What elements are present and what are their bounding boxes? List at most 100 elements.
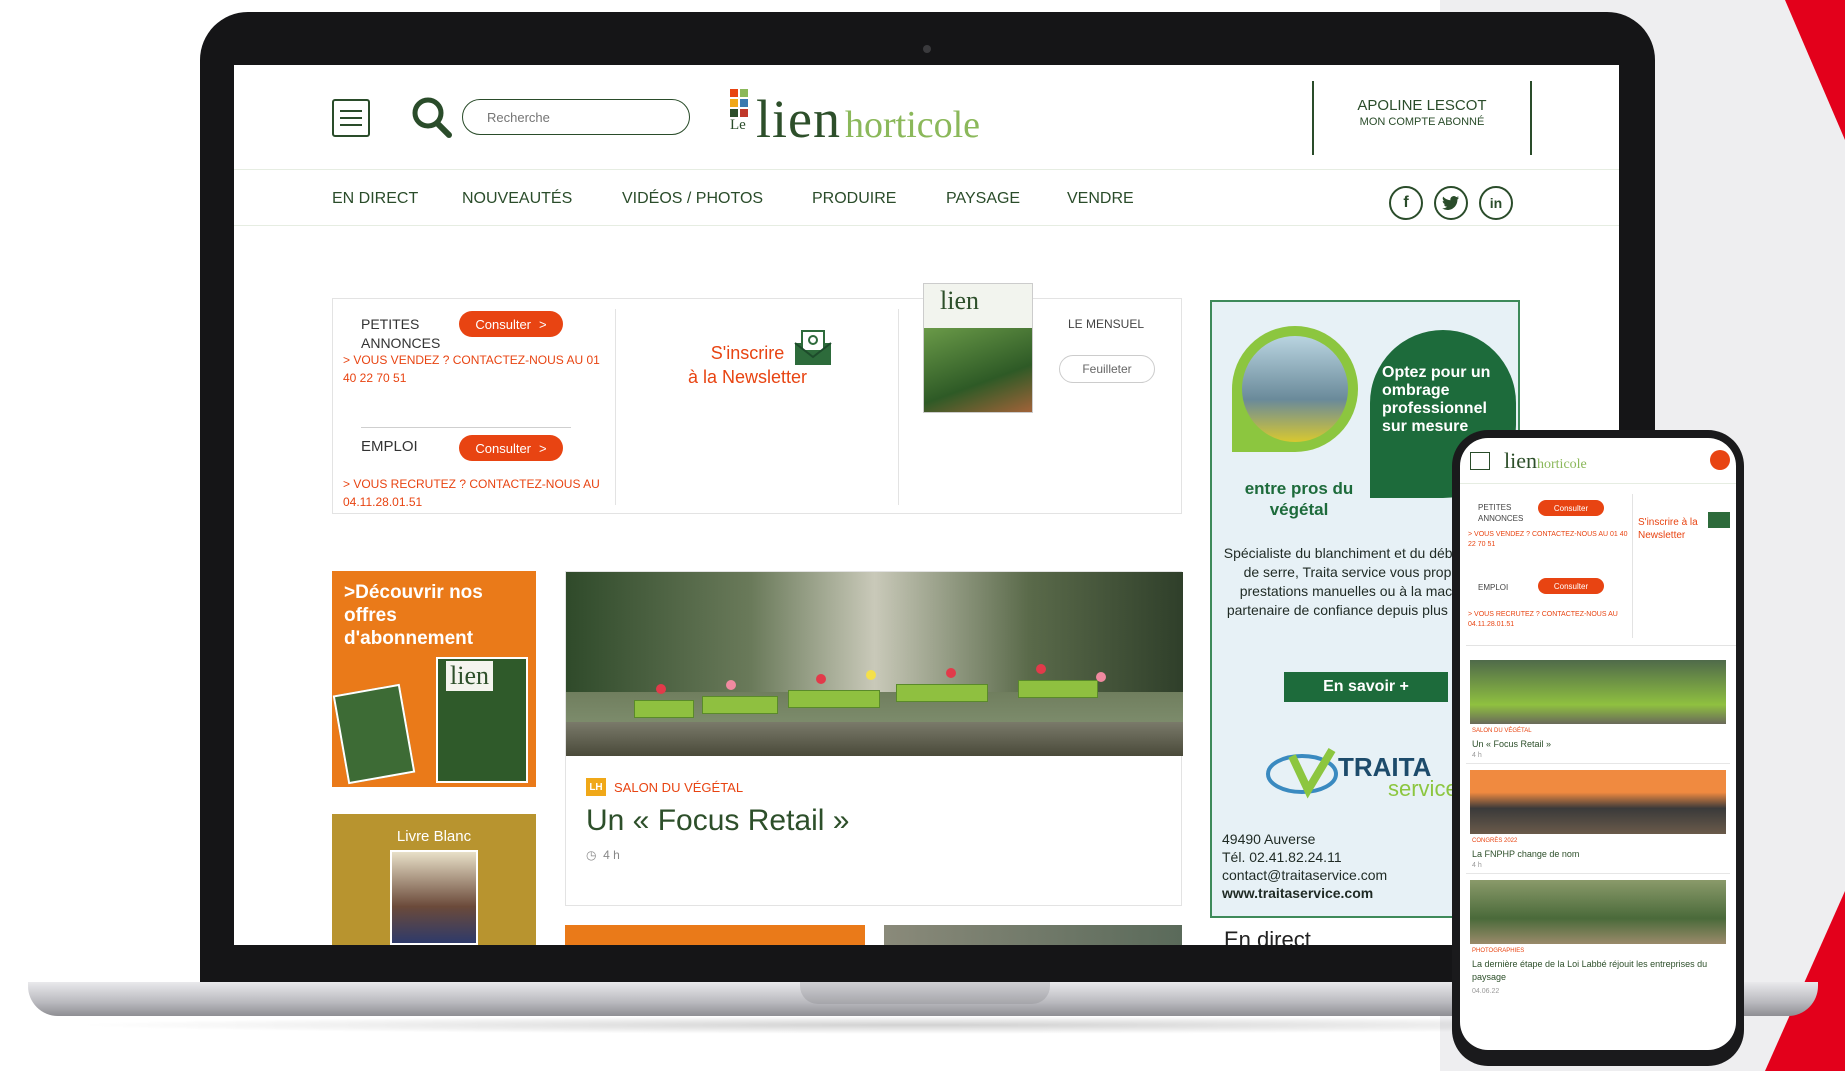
nav-paysage[interactable]: PAYSAGE: [946, 190, 1020, 208]
planter-box: [896, 684, 988, 702]
petites-annonces-contact[interactable]: > VOUS VENDEZ ? CONTACTEZ-NOUS AU 01 40 …: [343, 351, 608, 387]
ad-brand2: service: [1388, 776, 1458, 801]
emploi-contact[interactable]: > VOUS RECRUTEZ ? CONTACTEZ-NOUS AU 04.1…: [343, 475, 608, 511]
logo-mark-icon: Le: [730, 87, 752, 137]
logo-horticole: horticole: [844, 104, 981, 146]
account-icon[interactable]: [1710, 450, 1730, 470]
main-nav: EN DIRECT NOUVEAUTÉS VIDÉOS / PHOTOS PRO…: [234, 170, 1619, 226]
phone-article-title: La dernière étape de la Loi Labbé réjoui…: [1472, 959, 1708, 982]
nav-nouveautes[interactable]: NOUVEAUTÉS: [462, 190, 572, 208]
phone-logo[interactable]: lienhorticole: [1504, 448, 1587, 474]
account-name: APOLINE LESCOT: [1357, 97, 1487, 114]
newsletter-link[interactable]: S'inscrire à la Newsletter: [688, 341, 807, 389]
next-article-thumb[interactable]: [884, 925, 1182, 945]
petites-annonces-label: PETITES ANNONCES: [361, 316, 441, 351]
linkedin-icon[interactable]: in: [1479, 186, 1513, 220]
livre-blanc-cover: [390, 850, 478, 945]
mensuel-cover[interactable]: lien: [923, 283, 1033, 413]
magazine-logo: lien: [446, 661, 493, 691]
account-link[interactable]: APOLINE LESCOT MON COMPTE ABONNÉ: [1314, 97, 1530, 128]
account-divider-right: [1530, 81, 1532, 155]
laptop-notch: [800, 982, 1050, 1004]
account-subtitle: MON COMPTE ABONNÉ: [1359, 116, 1485, 128]
phone-emploi-contact[interactable]: > VOUS RECRUTEZ ? CONTACTEZ-NOUS AU 04.1…: [1468, 610, 1628, 630]
nav-videos-photos[interactable]: VIDÉOS / PHOTOS: [622, 190, 763, 208]
ad-website[interactable]: www.traitaservice.com: [1222, 884, 1387, 902]
phone-article-title: Un « Focus Retail »: [1472, 739, 1552, 749]
petites-annonces-consult-button[interactable]: Consulter >: [459, 311, 563, 337]
phone-newsletter-link[interactable]: S'inscrire à la Newsletter: [1638, 516, 1708, 542]
mensuel-label: LE MENSUEL: [1068, 317, 1145, 331]
phone-article-category: CONGRÈS 2022: [1472, 838, 1518, 844]
phone-pa-consult-button[interactable]: Consulter: [1538, 500, 1604, 516]
red-accent-top: [1785, 0, 1845, 140]
menu-icon[interactable]: [332, 99, 370, 137]
phone-info-band: PETITES ANNONCES Consulter > VOUS VENDEZ…: [1466, 486, 1736, 646]
laptop-camera: [923, 45, 931, 53]
ad-photo: [1242, 336, 1348, 442]
ad-contact: 49490 Auverse Tél. 02.41.82.24.11 contac…: [1222, 830, 1387, 902]
abonnement-promo[interactable]: >Découvrir nos offres d'abonnement lien: [332, 571, 536, 787]
article-title[interactable]: Un « Focus Retail »: [586, 804, 849, 838]
newsletter-envelope-icon[interactable]: [1708, 512, 1730, 528]
nav-vendre[interactable]: VENDRE: [1067, 190, 1134, 208]
livre-blanc-promo[interactable]: Livre Blanc: [332, 814, 536, 945]
ad-headline: Optez pour un ombrage professionnel sur …: [1382, 364, 1491, 435]
phone-article-card[interactable]: CONGRÈS 2022 La FNPHP change de nom 4 h: [1466, 770, 1730, 874]
ad-email[interactable]: contact@traitaservice.com: [1222, 866, 1387, 884]
search-input[interactable]: [462, 99, 690, 135]
phone-article-title: La FNPHP change de nom: [1472, 849, 1580, 859]
nav-en-direct[interactable]: EN DIRECT: [332, 190, 418, 208]
article-time-value: 4 h: [603, 848, 620, 862]
ad-address: 49490 Auverse: [1222, 831, 1316, 847]
cover-logo: lien: [940, 286, 979, 315]
phone-header: lienhorticole: [1460, 438, 1736, 484]
featured-article[interactable]: LH SALON DU VÉGÉTAL Un « Focus Retail » …: [565, 571, 1183, 906]
phone-article-card[interactable]: PHOTOGRAPHIES La dernière étape de la Lo…: [1466, 880, 1730, 1010]
consult-label: Consulter: [475, 316, 532, 332]
phone-article-image: [1470, 770, 1726, 834]
search-icon[interactable]: [410, 95, 454, 139]
magazine-thumb: [332, 683, 416, 785]
newsletter-line1: S'inscrire: [710, 343, 785, 363]
next-article-thumb[interactable]: [565, 925, 865, 945]
article-image: [566, 572, 1183, 756]
phone-logo-horticole: horticole: [1537, 457, 1587, 472]
flower: [656, 684, 666, 694]
column-divider: [898, 309, 899, 505]
facebook-icon[interactable]: f: [1389, 186, 1423, 220]
flower: [866, 670, 876, 680]
chevron-right-icon: >: [539, 316, 547, 332]
logo-le: Le: [730, 117, 746, 133]
phone-article-category: PHOTOGRAPHIES: [1472, 948, 1525, 954]
article-category[interactable]: LH SALON DU VÉGÉTAL: [586, 778, 743, 796]
newsletter-envelope-icon[interactable]: [793, 329, 833, 367]
phone-article-time: 4 h: [1472, 752, 1482, 759]
red-accent-bottom: [1765, 891, 1845, 1071]
feuilleter-button[interactable]: Feuilleter: [1059, 355, 1155, 383]
twitter-bird-icon: [1442, 196, 1459, 210]
linkedin-glyph: in: [1489, 195, 1503, 211]
facebook-glyph: f: [1403, 194, 1409, 211]
column-divider: [1632, 494, 1633, 638]
planter-box: [702, 696, 778, 714]
menu-icon[interactable]: [1470, 452, 1490, 470]
en-direct-heading: En direct: [1224, 927, 1311, 945]
phone-article-image: [1470, 880, 1726, 944]
newsletter-line2: à la Newsletter: [688, 367, 808, 387]
clock-icon: ◷: [586, 848, 597, 862]
phone-pa-contact[interactable]: > VOUS VENDEZ ? CONTACTEZ-NOUS AU 01 40 …: [1468, 530, 1628, 550]
flower: [1036, 664, 1046, 674]
nav-produire[interactable]: PRODUIRE: [812, 190, 896, 208]
phone-article-category: SALON DU VÉGÉTAL: [1472, 728, 1532, 734]
ad-en-savoir-button[interactable]: En savoir +: [1284, 672, 1448, 702]
twitter-icon[interactable]: [1434, 186, 1468, 220]
site-logo[interactable]: Le lien horticole: [730, 87, 980, 147]
phone-article-card[interactable]: SALON DU VÉGÉTAL Un « Focus Retail » 4 h: [1466, 660, 1730, 764]
flower: [816, 674, 826, 684]
abonnement-text: >Découvrir nos offres d'abonnement: [344, 582, 483, 649]
emploi-consult-button[interactable]: Consulter >: [459, 435, 563, 461]
phone-emploi-consult-button[interactable]: Consulter: [1538, 578, 1604, 594]
planter-box: [1018, 680, 1098, 698]
column-divider: [615, 309, 616, 505]
